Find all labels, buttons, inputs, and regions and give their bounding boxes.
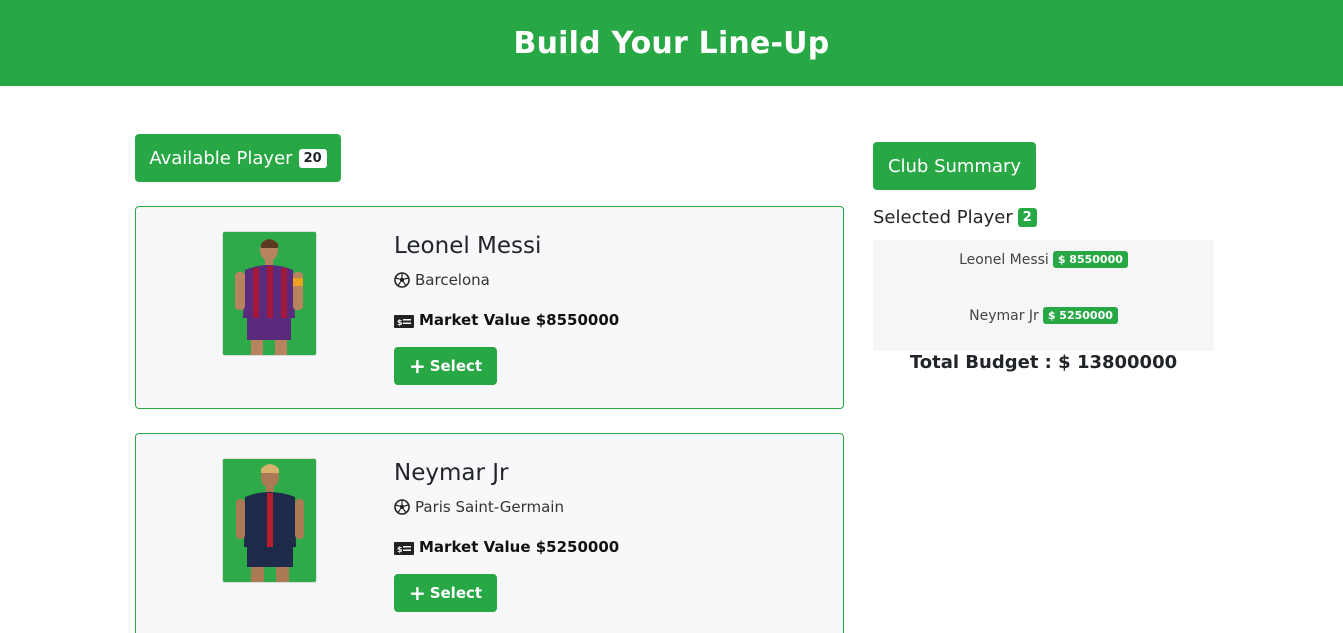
market-value-text: Market Value $8550000	[419, 311, 620, 329]
money-bill-icon: $	[394, 541, 414, 555]
svg-text:$: $	[397, 318, 403, 327]
selected-player-list: Leonel Messi $ 8550000 Neymar Jr $ 52500…	[873, 240, 1214, 351]
total-budget: Total Budget : $ 13800000	[909, 352, 1178, 373]
money-bill-icon: $	[394, 314, 414, 328]
player-club: Barcelona	[394, 271, 490, 289]
player-photo	[222, 458, 317, 583]
available-count-badge: 20	[298, 148, 327, 168]
selected-count-badge: 2	[1017, 208, 1037, 227]
club-summary-button[interactable]: Club Summary	[873, 142, 1036, 190]
available-player-button[interactable]: Available Player 20	[135, 134, 341, 182]
selected-player-heading: Selected Player 2	[873, 207, 1037, 228]
club-summary-label: Club Summary	[887, 155, 1022, 177]
selected-player-name: Leonel Messi	[959, 251, 1049, 268]
svg-text:$: $	[397, 545, 403, 554]
list-item: Leonel Messi $ 8550000	[873, 251, 1214, 268]
player-name: Neymar Jr	[394, 460, 509, 486]
player-club-name: Barcelona	[415, 271, 490, 289]
selected-player-price-badge: $ 5250000	[1042, 307, 1118, 324]
select-label: Select	[429, 584, 483, 602]
soccer-ball-icon	[394, 272, 410, 288]
page-title: Build Your Line-Up	[513, 25, 830, 61]
selected-player-name: Neymar Jr	[969, 307, 1039, 324]
list-item: Neymar Jr $ 5250000	[873, 307, 1214, 324]
player-club: Paris Saint-Germain	[394, 498, 564, 516]
market-value-text: Market Value $5250000	[419, 538, 620, 556]
select-label: Select	[429, 357, 483, 375]
page-header: Build Your Line-Up	[0, 0, 1343, 86]
player-market-value: $ Market Value $5250000	[394, 538, 619, 556]
player-card: Neymar Jr Paris Saint-Germain $ Market V…	[135, 433, 844, 633]
select-player-button[interactable]: + Select	[394, 347, 497, 385]
plus-icon: +	[408, 354, 426, 378]
player-club-name: Paris Saint-Germain	[415, 498, 564, 516]
player-card: Leonel Messi Barcelona $ Market Value $8…	[135, 206, 844, 409]
available-player-label: Available Player	[149, 147, 293, 169]
player-market-value: $ Market Value $8550000	[394, 311, 619, 329]
selected-player-price-badge: $ 8550000	[1052, 251, 1128, 268]
player-name: Leonel Messi	[394, 233, 542, 259]
player-photo	[222, 231, 317, 356]
soccer-ball-icon	[394, 499, 410, 515]
select-player-button[interactable]: + Select	[394, 574, 497, 612]
plus-icon: +	[408, 581, 426, 605]
selected-player-label: Selected Player	[873, 207, 1013, 228]
